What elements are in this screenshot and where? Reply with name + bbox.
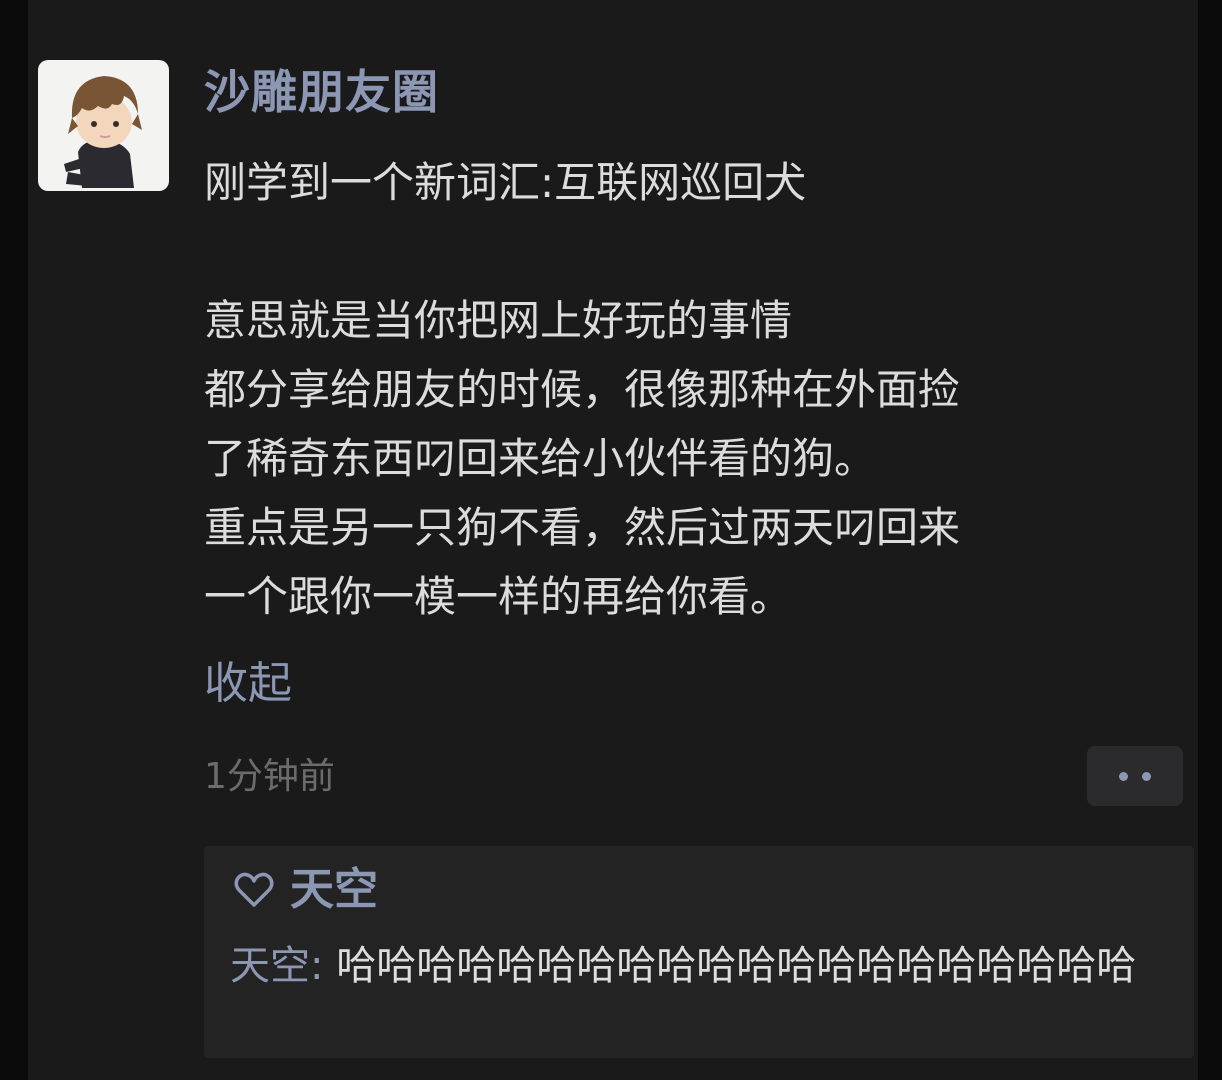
liker-name[interactable]: 天空 (290, 862, 378, 918)
avatar-figure-icon (64, 76, 142, 188)
comment-item[interactable]: 天空: 哈哈哈哈哈哈哈哈哈哈哈哈哈哈哈哈哈哈哈哈 (230, 938, 1160, 994)
likes-row: 天空 (232, 862, 378, 918)
collapse-link[interactable]: 收起 (204, 654, 292, 714)
comment-separator: : (310, 943, 337, 989)
more-options-button[interactable] (1087, 746, 1183, 806)
post-username[interactable]: 沙雕朋友圈 (204, 62, 439, 122)
more-dot-icon (1142, 772, 1151, 781)
more-dot-icon (1119, 772, 1128, 781)
avatar[interactable] (38, 60, 169, 191)
comment-text: 哈哈哈哈哈哈哈哈哈哈哈哈哈哈哈哈哈哈哈哈 (336, 943, 1137, 989)
post-text: 刚学到一个新词汇:互联网巡回犬 意思就是当你把网上好玩的事情 都分享给朋友的时候… (204, 158, 961, 621)
likes-comments-panel: 天空 天空: 哈哈哈哈哈哈哈哈哈哈哈哈哈哈哈哈哈哈哈哈 (204, 846, 1194, 1058)
post-timestamp: 1分钟前 (204, 756, 335, 797)
heart-icon (234, 872, 274, 907)
comment-author[interactable]: 天空 (230, 943, 310, 989)
